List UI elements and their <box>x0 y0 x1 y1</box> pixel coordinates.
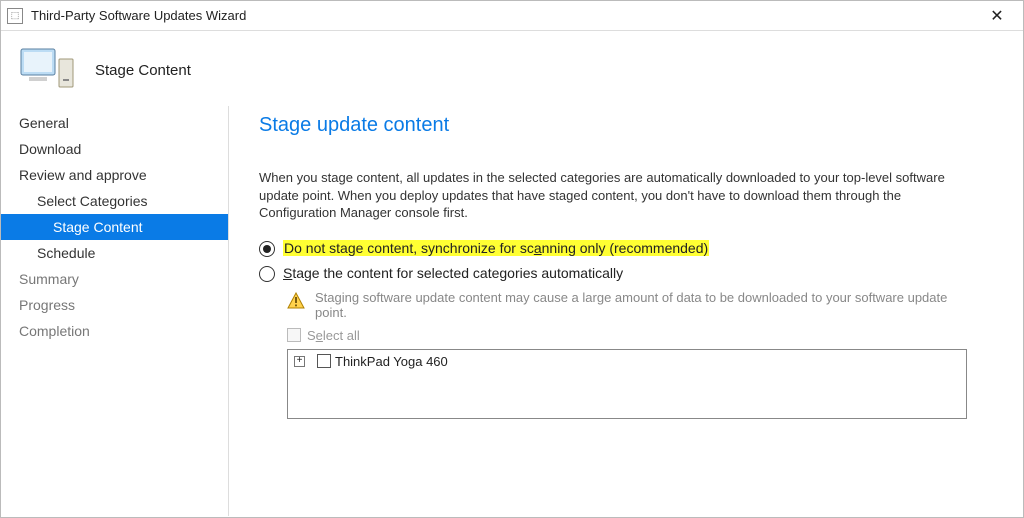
window-title: Third-Party Software Updates Wizard <box>31 8 977 23</box>
header-title: Stage Content <box>95 62 191 79</box>
radio-icon <box>259 241 275 257</box>
tree-item-label: ThinkPad Yoga 460 <box>335 354 448 369</box>
tree-item[interactable]: + ThinkPad Yoga 460 <box>294 354 960 369</box>
sidebar-item-summary: Summary <box>1 266 228 292</box>
sidebar-item-completion: Completion <box>1 318 228 344</box>
staging-warning-text: Staging software update content may caus… <box>315 290 967 320</box>
close-button[interactable]: ✕ <box>977 6 1017 26</box>
option-stage-automatically[interactable]: Stage the content for selected categorie… <box>259 265 993 282</box>
warning-icon <box>287 292 305 320</box>
option-do-not-stage-label: Do not stage content, synchronize for sc… <box>283 240 709 256</box>
sidebar-item-schedule[interactable]: Schedule <box>1 240 228 266</box>
radio-icon <box>259 266 275 282</box>
select-all-checkbox <box>287 328 301 342</box>
sidebar-item-progress: Progress <box>1 292 228 318</box>
sidebar-item-select-categories[interactable]: Select Categories <box>1 188 228 214</box>
categories-tree[interactable]: + ThinkPad Yoga 460 <box>287 349 967 419</box>
select-all-label: Select all <box>307 328 360 343</box>
select-all-row: Select all <box>287 328 993 343</box>
expand-icon[interactable]: + <box>294 356 305 367</box>
window-icon: ⬚ <box>7 8 23 24</box>
option-stage-automatically-label: Stage the content for selected categorie… <box>283 265 623 281</box>
sidebar-item-general[interactable]: General <box>1 110 228 136</box>
computer-icon <box>19 45 77 96</box>
option-do-not-stage[interactable]: Do not stage content, synchronize for sc… <box>259 240 993 257</box>
sidebar-item-stage-content[interactable]: Stage Content <box>1 214 228 240</box>
tree-item-checkbox[interactable] <box>317 354 331 368</box>
page-description: When you stage content, all updates in t… <box>259 169 979 222</box>
sidebar-item-download[interactable]: Download <box>1 136 228 162</box>
sidebar-item-review-approve[interactable]: Review and approve <box>1 162 228 188</box>
page-heading: Stage update content <box>259 114 993 137</box>
wizard-steps-sidebar: General Download Review and approve Sele… <box>1 106 229 516</box>
